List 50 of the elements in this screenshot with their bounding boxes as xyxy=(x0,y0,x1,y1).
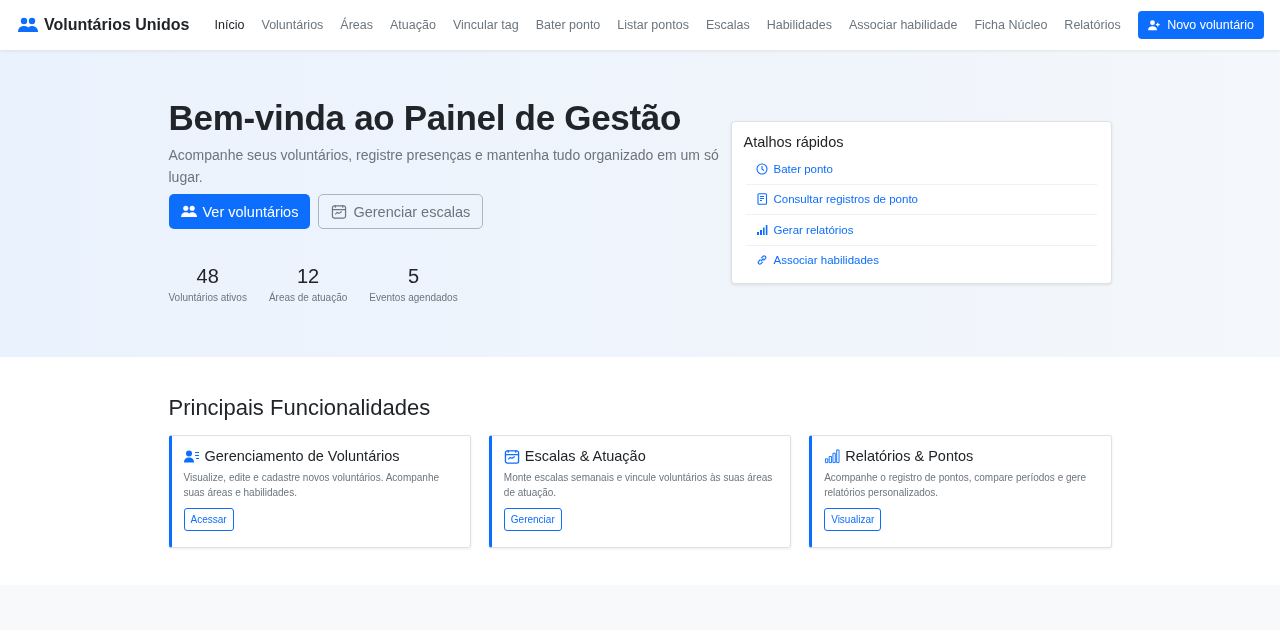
calendar-icon xyxy=(331,204,348,219)
view-volunteers-button[interactable]: Ver voluntários xyxy=(168,194,311,229)
manage-schedules-button[interactable]: Gerenciar escalas xyxy=(318,194,484,229)
card-title: Escalas & Atuação xyxy=(524,448,646,464)
people-icon xyxy=(18,17,38,33)
card-text: Monte escalas semanais e vincule voluntários às suas áreas de atuação. xyxy=(503,471,774,500)
stat-value: 12 xyxy=(296,265,320,288)
shortcut-link[interactable]: Associar habilidades xyxy=(745,245,1097,275)
shortcuts-title: Atalhos rápidos xyxy=(743,134,845,150)
nav-link[interactable]: Início xyxy=(206,18,253,32)
people-icon xyxy=(180,204,197,219)
user-plus-icon xyxy=(1148,19,1161,31)
nav-link[interactable]: Áreas xyxy=(331,18,382,32)
nav-link[interactable]: Vincular tag xyxy=(444,18,528,32)
card-button[interactable]: Acessar xyxy=(183,508,234,531)
shortcut-link[interactable]: Bater ponto xyxy=(745,154,1097,185)
shortcut-link[interactable]: Consultar registros de ponto xyxy=(745,184,1097,215)
bar-chart-icon xyxy=(755,223,768,236)
nav-link[interactable]: Voluntários xyxy=(253,18,332,32)
document-icon xyxy=(755,193,768,206)
card-title: Gerenciamento de Voluntários xyxy=(204,448,400,464)
user-list-icon xyxy=(183,448,200,464)
nav-link[interactable]: Bater ponto xyxy=(527,18,609,32)
stat-value: 48 xyxy=(196,265,219,288)
card-text: Visualize, edite e cadastre novos voluntários. Acompanhe suas áreas e habilidades. xyxy=(183,471,441,500)
bar-chart-icon xyxy=(824,448,841,464)
shortcut-link[interactable]: Gerar relatórios xyxy=(745,215,1097,246)
nav-link[interactable]: Associar habilidade xyxy=(840,18,966,32)
clock-icon xyxy=(755,162,768,175)
stat-label: Voluntários ativos xyxy=(168,292,247,303)
stat-label: Eventos agendados xyxy=(369,292,458,303)
new-volunteer-button[interactable]: Novo voluntário xyxy=(1138,11,1264,39)
card-button[interactable]: Visualizar xyxy=(824,508,882,531)
nav-link[interactable]: Habilidades xyxy=(758,18,841,32)
nav-link[interactable]: Relatórios xyxy=(1055,18,1130,32)
stat-label: Áreas de atuação xyxy=(268,292,348,303)
brand-name: Voluntários Unidos xyxy=(44,16,190,34)
card-text: Acompanhe o registro de pontos, compare períodos e gere relatórios personalizados. xyxy=(824,471,1087,500)
card-button[interactable]: Gerenciar xyxy=(503,508,562,531)
calendar-icon xyxy=(503,448,520,464)
nav-link[interactable]: Atuação xyxy=(381,18,445,32)
stat-value: 5 xyxy=(407,265,420,288)
nav-link[interactable]: Escalas xyxy=(697,18,759,32)
card-title: Relatórios & Pontos xyxy=(845,448,974,464)
nav-link[interactable]: Ficha Núcleo xyxy=(965,18,1056,32)
section-title: Principais Funcionalidades xyxy=(168,394,432,421)
hero-subtitle: Acompanhe seus voluntários, registre presenças e mantenha tudo organizado em um só lugar. xyxy=(168,146,720,187)
nav-link[interactable]: Listar pontos xyxy=(608,18,698,32)
link-icon xyxy=(755,254,768,267)
hero-title: Bem-vinda ao Painel de Gestão xyxy=(168,98,683,138)
